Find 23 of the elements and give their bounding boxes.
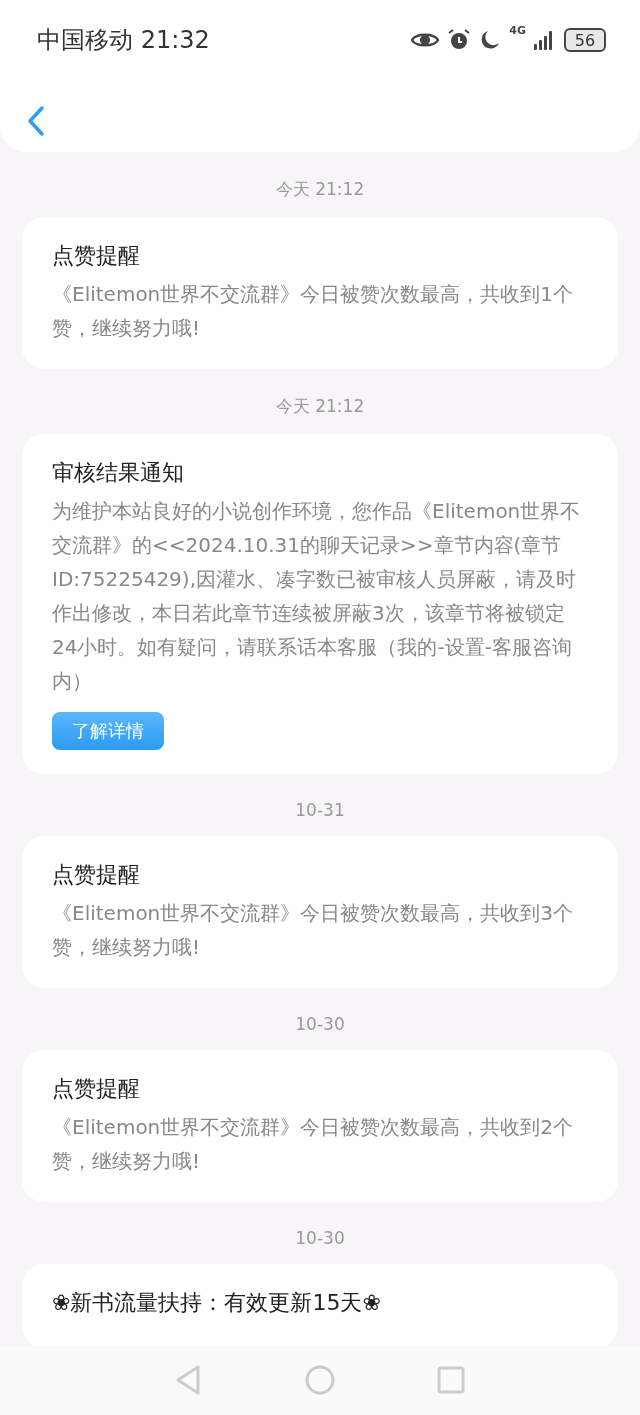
alarm-icon [447,28,472,52]
message-title: 审核结果通知 [52,459,185,487]
message-title: 点赞提醒 [52,1075,141,1103]
message-title: ❀新书流量扶持：有效更新15天❀ [52,1289,382,1317]
message-timestamp: 10-31 [294,799,346,822]
message-timestamp: 10-30 [294,1227,346,1250]
recents-nav-button[interactable] [436,1365,466,1395]
message-title: 点赞提醒 [52,861,141,889]
message-body: 为维护本站良好的小说创作环境，您作品《Elitemon世界不交流群》的<<2024.10.31的聊天记录>>章节内容(章节ID:75225429),因灌水、凑字数已被审核人员屏蔽，请及时作出修改，本日若此章节连续被屏蔽3次，该章节将被锁定24小时。如有疑问，请联系话本客服（我的-设置-客服咨询内） [52,498,582,695]
message-body: 《Elitemon世界不交流群》今日被赞次数最高，共收到3个赞，继续努力哦! [52,900,574,961]
message-timestamp: 今天 21:12 [274,178,366,201]
battery-indicator: 56 [564,28,606,52]
message-body: 《Elitemon世界不交流群》今日被赞次数最高，共收到2个赞，继续努力哦! [52,1114,574,1175]
message-body: 《Elitemon世界不交流群》今日被赞次数最高，共收到1个赞，继续努力哦! [52,281,574,342]
message-timestamp: 今天 21:12 [274,395,366,418]
details-button[interactable]: 了解详情 [52,712,164,750]
eye-icon [411,31,440,49]
home-nav-button[interactable] [304,1364,336,1396]
moon-icon [479,29,502,51]
carrier-time-text: 中国移动 21:32 [37,25,210,56]
network-label: 4G [509,24,526,37]
message-timestamp: 10-30 [294,1013,346,1036]
message-title: 点赞提醒 [52,242,141,270]
